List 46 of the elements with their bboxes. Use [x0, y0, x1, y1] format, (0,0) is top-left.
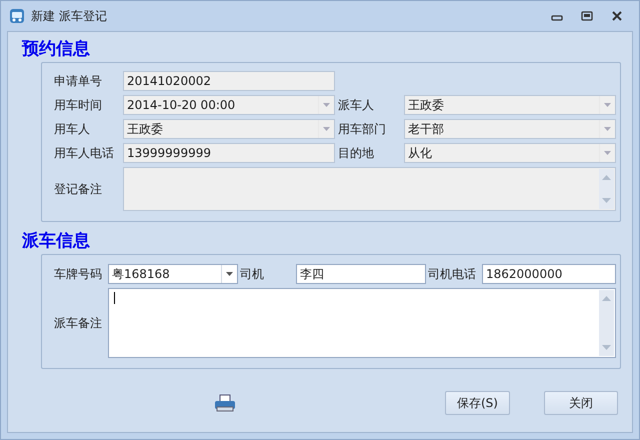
- scroll-down-icon[interactable]: [602, 345, 611, 350]
- memo-field[interactable]: [108, 288, 616, 358]
- text-cursor: [114, 292, 115, 304]
- field-label: 车牌号码: [54, 266, 103, 283]
- text-field[interactable]: 20141020002: [123, 71, 335, 91]
- combo-box[interactable]: 粤168168: [108, 264, 238, 284]
- field-label: 用车人: [54, 121, 91, 138]
- scroll-down-icon[interactable]: [602, 198, 611, 203]
- app-icon: [9, 8, 25, 24]
- field-label: 派车备注: [54, 315, 103, 332]
- field-label: 申请单号: [54, 73, 103, 90]
- field-label: 司机电话: [428, 266, 477, 283]
- close-icon[interactable]: [611, 11, 623, 21]
- scroll-bar[interactable]: [599, 290, 614, 356]
- dropdown-arrow-icon: [604, 151, 611, 155]
- combo-box[interactable]: 2014-10-20 00:00: [123, 95, 335, 115]
- text-field[interactable]: 李四: [296, 264, 426, 284]
- text-field[interactable]: 13999999999: [123, 143, 335, 163]
- field-label: 司机: [240, 266, 265, 283]
- field-label: 用车人电话: [54, 145, 115, 162]
- scroll-bar[interactable]: [599, 169, 614, 209]
- printer-icon[interactable]: [214, 394, 236, 412]
- scroll-up-icon[interactable]: [602, 296, 611, 301]
- combo-box[interactable]: 王政委: [123, 119, 335, 139]
- memo-field[interactable]: [123, 167, 616, 211]
- field-label: 派车人: [338, 97, 375, 114]
- dialog-button[interactable]: 保存(S): [445, 391, 510, 415]
- field-label: 登记备注: [54, 181, 103, 198]
- dropdown-arrow-icon: [226, 272, 233, 276]
- maximize-icon[interactable]: [581, 11, 593, 21]
- scroll-up-icon[interactable]: [602, 175, 611, 180]
- field-label: 用车部门: [338, 121, 387, 138]
- combo-box[interactable]: 王政委: [404, 95, 616, 115]
- dropdown-arrow-icon: [323, 127, 330, 131]
- dropdown-arrow-icon: [604, 127, 611, 131]
- combo-box[interactable]: 从化: [404, 143, 616, 163]
- section-title: 派车信息: [22, 230, 91, 253]
- field-label: 用车时间: [54, 97, 103, 114]
- text-field[interactable]: 1862000000: [482, 264, 616, 284]
- window-title: 新建 派车登记: [31, 8, 107, 24]
- dropdown-arrow-icon: [323, 103, 330, 107]
- combo-box[interactable]: 老干部: [404, 119, 616, 139]
- dialog-button[interactable]: 关闭: [544, 391, 618, 415]
- dropdown-arrow-icon: [604, 103, 611, 107]
- field-label: 目的地: [338, 145, 375, 162]
- section-title: 预约信息: [22, 38, 91, 61]
